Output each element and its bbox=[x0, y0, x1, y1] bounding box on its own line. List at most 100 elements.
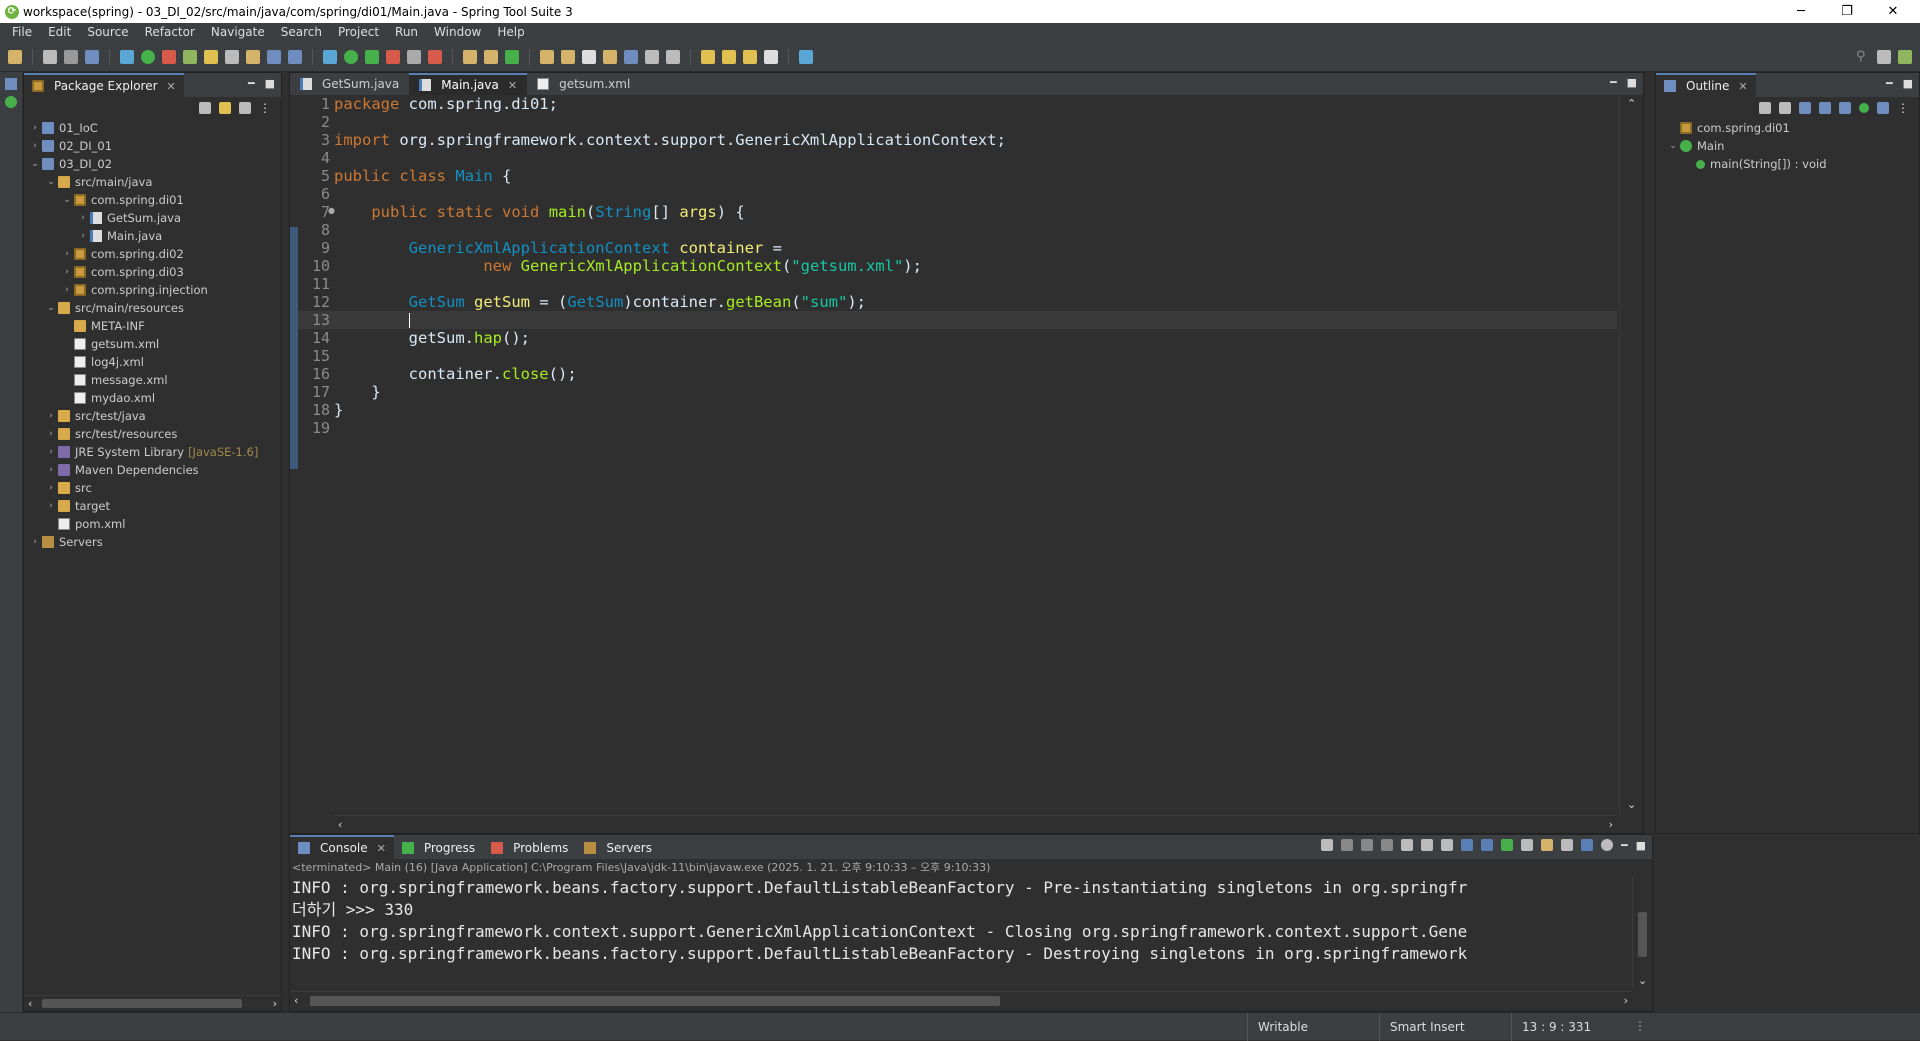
close-icon[interactable]: ✕ bbox=[1738, 80, 1747, 93]
status-cursor-position[interactable]: 13 : 9 : 331 bbox=[1511, 1013, 1631, 1041]
new-java-project-icon[interactable] bbox=[246, 49, 260, 64]
maximize-button[interactable]: ❐ bbox=[1824, 0, 1870, 23]
next-annotation-icon[interactable] bbox=[722, 49, 736, 64]
code-line[interactable]: 2 bbox=[298, 113, 1617, 131]
fold-marker-icon[interactable]: ● bbox=[328, 206, 335, 215]
scroll-right-icon[interactable]: › bbox=[1609, 818, 1613, 831]
chevron-right-icon[interactable]: › bbox=[44, 411, 58, 421]
chevron-down-icon[interactable]: ⌄ bbox=[44, 303, 58, 313]
remove-all-icon[interactable] bbox=[1380, 839, 1393, 851]
new-package-icon[interactable] bbox=[463, 49, 477, 64]
search-icon[interactable]: ⚲ bbox=[1856, 49, 1870, 64]
minimize-view-icon[interactable]: ━ bbox=[1886, 77, 1893, 90]
chevron-right-icon[interactable]: › bbox=[44, 429, 58, 439]
maximize-view-icon[interactable]: ■ bbox=[265, 77, 275, 90]
tree-item[interactable]: › com.spring.di03 bbox=[28, 263, 281, 281]
code-line[interactable]: 15 bbox=[298, 347, 1617, 365]
tree-item[interactable]: › Maven Dependencies bbox=[28, 461, 281, 479]
tree-item[interactable]: › com.spring.di02 bbox=[28, 245, 281, 263]
open-resource-icon[interactable] bbox=[225, 49, 239, 64]
close-icon[interactable]: ✕ bbox=[167, 80, 176, 93]
scroll-right-icon[interactable]: › bbox=[273, 997, 277, 1010]
chevron-right-icon[interactable]: › bbox=[60, 267, 74, 277]
chevron-right-icon[interactable]: › bbox=[44, 483, 58, 493]
hide-static-icon[interactable] bbox=[1839, 102, 1851, 114]
close-window-button[interactable]: ✕ bbox=[1870, 0, 1916, 23]
focus-icon[interactable] bbox=[1759, 102, 1771, 114]
editor-hscroll[interactable]: ‹ › bbox=[334, 815, 1617, 833]
view-menu-icon[interactable]: ⋮ bbox=[1897, 101, 1909, 115]
menu-search[interactable]: Search bbox=[273, 23, 330, 42]
outline-item-method[interactable]: main(String[]) : void bbox=[1666, 155, 1919, 173]
display-console-icon[interactable] bbox=[1520, 839, 1533, 851]
show-on-stderr-icon[interactable] bbox=[1480, 839, 1493, 851]
tab-main-java[interactable]: Main.java ✕ bbox=[409, 73, 528, 95]
scroll-down-icon[interactable]: ⌄ bbox=[1627, 798, 1636, 811]
scroll-thumb[interactable] bbox=[42, 999, 242, 1008]
refresh-icon[interactable] bbox=[505, 49, 519, 64]
hide-non-public-icon[interactable] bbox=[1859, 103, 1869, 113]
new-class-icon[interactable] bbox=[484, 49, 498, 64]
restore-icon[interactable] bbox=[5, 78, 17, 90]
run-icon[interactable] bbox=[344, 49, 358, 64]
chevron-right-icon[interactable]: › bbox=[44, 447, 58, 457]
chevron-right-icon[interactable]: › bbox=[28, 141, 42, 151]
terminate-icon[interactable] bbox=[407, 49, 421, 64]
code-line[interactable]: 11 bbox=[298, 275, 1617, 293]
tree-item[interactable]: › Main.java bbox=[28, 227, 281, 245]
boot-dashboard-icon[interactable] bbox=[5, 96, 17, 108]
tree-item[interactable]: › src/test/java bbox=[28, 407, 281, 425]
console-vscroll[interactable]: ⌄ bbox=[1632, 877, 1652, 989]
editor-vscroll[interactable]: ⌃ ⌄ bbox=[1619, 95, 1643, 815]
code-line[interactable]: 8 bbox=[298, 221, 1617, 239]
scroll-up-icon[interactable]: ⌃ bbox=[1627, 97, 1636, 110]
chevron-right-icon[interactable]: › bbox=[60, 285, 74, 295]
code-editor[interactable]: 1 package com.spring.di01; 2 3 import org.sp… bbox=[290, 95, 1643, 815]
clear-console-icon[interactable] bbox=[1400, 839, 1413, 851]
tab-getsum-java[interactable]: GetSum.java bbox=[290, 73, 409, 95]
link-with-editor-icon[interactable] bbox=[219, 102, 231, 114]
debug-icon[interactable] bbox=[323, 49, 337, 64]
code-line[interactable]: 1 package com.spring.di01; bbox=[298, 95, 1617, 113]
tree-item[interactable]: › com.spring.injection bbox=[28, 281, 281, 299]
tree-item[interactable]: ⌄ src/main/java bbox=[28, 173, 281, 191]
tree-item[interactable]: ⌄ 03_DI_02 bbox=[28, 155, 281, 173]
chevron-down-icon[interactable]: ⌄ bbox=[1666, 141, 1680, 151]
code-line[interactable]: 14 getSum.hap(); bbox=[298, 329, 1617, 347]
outline-item-class[interactable]: ⌄ Main bbox=[1666, 137, 1919, 155]
hide-fields-icon[interactable] bbox=[1819, 102, 1831, 114]
status-menu-icon[interactable]: ⋮ bbox=[1634, 1019, 1646, 1033]
chevron-down-icon[interactable]: ⌄ bbox=[44, 177, 58, 187]
sort-icon[interactable] bbox=[1799, 102, 1811, 114]
code-line[interactable]: 12 GetSum getSum = (GetSum)container.get… bbox=[298, 293, 1617, 311]
new-icon[interactable] bbox=[8, 49, 22, 64]
search-folder-icon[interactable] bbox=[603, 49, 617, 64]
view-menu-icon[interactable]: ⋮ bbox=[259, 101, 271, 115]
package-explorer-hscroll[interactable]: ‹ › bbox=[24, 995, 281, 1011]
perspective-spring-icon[interactable] bbox=[1898, 49, 1912, 64]
tree-item[interactable]: › src bbox=[28, 479, 281, 497]
pin-icon[interactable] bbox=[645, 49, 659, 64]
close-icon[interactable]: ✕ bbox=[508, 79, 517, 92]
menu-edit[interactable]: Edit bbox=[40, 23, 79, 42]
toggle-mark-icon[interactable] bbox=[267, 49, 281, 64]
ansi-icon[interactable] bbox=[1580, 839, 1593, 851]
scroll-right-icon[interactable]: › bbox=[1624, 994, 1628, 1007]
start-server-icon[interactable] bbox=[141, 49, 155, 64]
menu-navigate[interactable]: Navigate bbox=[203, 23, 273, 42]
code-line[interactable]: 3 import org.springframework.context.supp… bbox=[298, 131, 1617, 149]
maximize-view-icon[interactable]: ■ bbox=[1627, 76, 1637, 89]
rerun-icon[interactable] bbox=[1320, 839, 1333, 851]
code-line[interactable]: 7 public static void main(String[] args)… bbox=[298, 203, 1617, 221]
annotation-icon[interactable] bbox=[666, 49, 680, 64]
tab-progress[interactable]: Progress bbox=[394, 835, 483, 859]
remove-launch-icon[interactable] bbox=[1360, 839, 1373, 851]
scroll-thumb[interactable] bbox=[1638, 912, 1647, 957]
scroll-lock-icon[interactable] bbox=[1420, 839, 1433, 851]
collapse-all-icon[interactable] bbox=[1779, 102, 1791, 114]
task-icon[interactable] bbox=[624, 49, 638, 64]
open-folder-icon[interactable] bbox=[540, 49, 554, 64]
tree-item[interactable]: › target bbox=[28, 497, 281, 515]
tree-item[interactable]: META-INF bbox=[28, 317, 281, 335]
open-perspective-icon[interactable] bbox=[799, 49, 813, 64]
